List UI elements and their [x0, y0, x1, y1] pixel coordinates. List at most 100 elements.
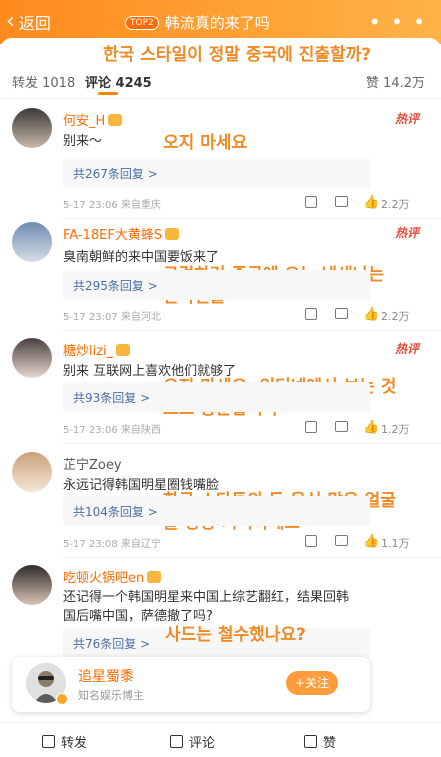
blogger-name[interactable]: 追星蜀黍	[78, 666, 134, 686]
comment-actions: 👍 1.2万	[305, 420, 425, 436]
username-text: 糖炒lizi_	[63, 344, 114, 359]
crown-badge-icon	[116, 344, 131, 356]
tab-repost[interactable]: 转发 1018	[12, 72, 75, 91]
like-count: 2.2万	[381, 310, 410, 323]
comment-text: 臭南朝鲜的来中国要饭来了	[63, 250, 220, 265]
comment-time: 5-17 23:07	[63, 312, 118, 323]
comment-time: 5-17 23:06	[63, 425, 118, 436]
annotation-c1: 오지 마세요	[163, 133, 248, 153]
comment-button[interactable]: 评论	[170, 732, 215, 751]
share-icon[interactable]	[305, 308, 317, 320]
username-text: FA-18EF大黄蜂S	[63, 228, 163, 243]
back-label: 返回	[18, 14, 51, 33]
username-text: 吃顿火锅吧en	[63, 571, 145, 586]
comment-text: 别来～	[63, 134, 103, 149]
avatar[interactable]	[12, 565, 52, 605]
reply-count-box[interactable]: 共267条回复 >	[63, 158, 370, 188]
comment-icon[interactable]	[335, 308, 348, 319]
comment-meta: 5-17 23:08 来自辽宁	[63, 535, 161, 550]
comment-time: 5-17 23:06	[63, 200, 118, 211]
comment-icon[interactable]	[335, 196, 348, 207]
annotation-title: 한국 스타일이 정말 중국에 진출할까?	[103, 45, 372, 65]
hot-comment-badge: 热评	[394, 112, 419, 126]
username-text: 何安_H	[63, 114, 106, 129]
comment-actions: 👍 2.2万	[305, 307, 425, 323]
thumbs-up-icon[interactable]: 👍	[363, 307, 379, 322]
divider	[63, 443, 441, 444]
comment-meta: 5-17 23:06 来自重庆	[63, 196, 161, 211]
thumbs-up-icon	[304, 735, 317, 748]
comment-location: 来自重庆	[120, 200, 161, 211]
share-icon[interactable]	[305, 535, 317, 547]
share-icon[interactable]	[305, 196, 317, 208]
comment-username[interactable]: 芷宁Zoey	[63, 454, 122, 473]
follow-card[interactable]: 追星蜀黍 知名娱乐博主 +关注	[12, 657, 370, 712]
comment-username[interactable]: 糖炒lizi_	[63, 340, 131, 359]
divider	[63, 557, 441, 558]
blogger-description: 知名娱乐博主	[78, 689, 144, 702]
reply-count: 共295条回复 >	[73, 279, 158, 293]
repost-button[interactable]: 转发	[42, 732, 87, 751]
username-text: 芷宁Zoey	[63, 458, 122, 473]
divider	[0, 98, 441, 99]
comment-username[interactable]: 何安_H	[63, 110, 123, 129]
hot-comment-badge: 热评	[394, 226, 419, 240]
tab-like[interactable]: 赞 14.2万	[366, 72, 425, 91]
comment-icon	[170, 735, 183, 748]
like-count: 2.2万	[381, 198, 410, 211]
reply-count-box[interactable]: 共295条回复 >	[63, 270, 370, 300]
back-button[interactable]: ‹ 返回	[6, 10, 51, 34]
avatar[interactable]	[12, 108, 52, 148]
comment-username[interactable]: 吃顿火锅吧en	[63, 567, 162, 586]
like-button[interactable]: 赞	[304, 732, 336, 751]
follow-button[interactable]: +关注	[286, 671, 338, 695]
comment-icon[interactable]	[335, 535, 348, 546]
avatar[interactable]	[12, 452, 52, 492]
comment-label: 评论	[189, 736, 216, 751]
comment-text-line2: 国后嘴中国，萨德撤了吗?	[63, 609, 213, 624]
comment-actions: 👍 1.1万	[305, 534, 425, 550]
like-count: 1.2万	[381, 423, 410, 436]
crown-badge-icon	[165, 228, 180, 240]
hot-comment-badge: 热评	[394, 342, 419, 356]
avatar[interactable]	[12, 222, 52, 262]
like-count: 1.1万	[381, 537, 410, 550]
topic-title-group[interactable]: TOP2 韩流真的来了吗	[125, 12, 270, 33]
reply-count-box[interactable]: 共104条回复 >	[63, 496, 370, 526]
reply-count-box[interactable]: 共93条回复 >	[63, 382, 370, 412]
reply-count: 共93条回复 >	[73, 391, 151, 405]
comment-actions: 👍 2.2万	[305, 195, 425, 211]
share-icon[interactable]	[305, 421, 317, 433]
comment-meta: 5-17 23:07 来自河北	[63, 308, 161, 323]
bottom-action-bar: 转发 评论 赞	[0, 722, 441, 757]
comment-text-line1: 还记得一个韩国明星来中国上综艺翻红，结果回韩	[63, 590, 350, 605]
comment-meta: 5-17 23:06 来自陕西	[63, 421, 161, 436]
crown-badge-icon	[108, 114, 123, 126]
tab-active-indicator	[98, 92, 118, 95]
thumbs-up-icon[interactable]: 👍	[363, 534, 379, 549]
more-menu-icon[interactable]: • • •	[369, 10, 427, 34]
tab-comment[interactable]: 评论 4245	[85, 72, 152, 91]
comment-location: 来自河北	[120, 312, 161, 323]
comment-location: 来自陕西	[120, 425, 161, 436]
like-label: 赞	[323, 736, 337, 751]
avatar[interactable]	[12, 338, 52, 378]
repost-label: 转发	[61, 736, 88, 751]
chevron-left-icon: ‹	[6, 9, 15, 34]
comment-icon[interactable]	[335, 421, 348, 432]
thumbs-up-icon[interactable]: 👍	[363, 420, 379, 435]
reply-count: 共267条回复 >	[73, 167, 158, 181]
annotation-c5: 사드는 철수했나요?	[165, 625, 306, 645]
comment-location: 来自辽宁	[120, 539, 161, 550]
comment-username[interactable]: FA-18EF大黄蜂S	[63, 224, 180, 243]
verified-badge-icon	[56, 693, 68, 705]
thumbs-up-icon[interactable]: 👍	[363, 195, 379, 210]
divider	[63, 330, 441, 331]
tab-bar: 转发 1018 评论 4245 赞 14.2万	[0, 66, 441, 96]
comment-time: 5-17 23:08	[63, 539, 118, 550]
topic-title: 韩流真的来了吗	[164, 14, 270, 32]
reply-count: 共76条回复 >	[73, 637, 151, 651]
topic-rank-badge: TOP2	[125, 15, 159, 30]
repost-icon	[42, 735, 55, 748]
divider	[63, 218, 441, 219]
